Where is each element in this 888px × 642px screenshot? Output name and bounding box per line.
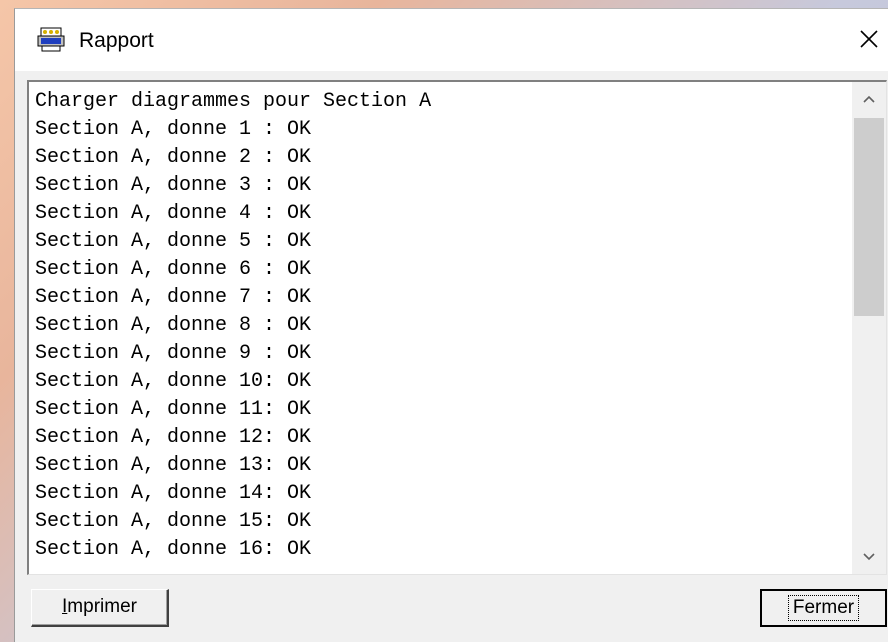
report-line: Section A, donne 2 : OK bbox=[35, 146, 312, 169]
report-line: Section A, donne 12: OK bbox=[35, 426, 312, 449]
report-line: Section A, donne 9 : OK bbox=[35, 342, 312, 365]
report-log: Charger diagrammes pour Section A Section… bbox=[35, 88, 431, 564]
report-text-area[interactable]: Charger diagrammes pour Section A Section… bbox=[27, 80, 887, 575]
title-bar[interactable]: Rapport bbox=[15, 9, 888, 71]
scroll-thumb[interactable] bbox=[854, 118, 884, 316]
scroll-down-button[interactable] bbox=[852, 540, 886, 574]
report-line: Section A, donne 7 : OK bbox=[35, 286, 312, 309]
report-line: Section A, donne 11: OK bbox=[35, 398, 312, 421]
report-line: Section A, donne 6 : OK bbox=[35, 258, 312, 281]
close-dialog-button[interactable]: Fermer bbox=[760, 589, 887, 627]
report-line: Section A, donne 3 : OK bbox=[35, 174, 312, 197]
print-button[interactable]: Imprimer bbox=[31, 589, 169, 627]
report-line: Section A, donne 15: OK bbox=[35, 510, 312, 533]
report-dialog: Rapport Charger diagrammes pour Section … bbox=[14, 8, 888, 642]
close-button[interactable] bbox=[848, 19, 888, 59]
report-line: Section A, donne 4 : OK bbox=[35, 202, 312, 225]
chevron-down-icon bbox=[863, 553, 875, 561]
report-line: Section A, donne 16: OK bbox=[35, 538, 312, 561]
close-dialog-label: Fermer bbox=[787, 595, 860, 621]
report-line: Section A, donne 5 : OK bbox=[35, 230, 312, 253]
report-line: Section A, donne 1 : OK bbox=[35, 118, 312, 141]
print-label: mprimer bbox=[67, 596, 137, 617]
report-line: Section A, donne 10: OK bbox=[35, 370, 312, 393]
report-line: Section A, donne 13: OK bbox=[35, 454, 312, 477]
window-title: Rapport bbox=[79, 29, 154, 52]
printer-app-icon bbox=[37, 26, 65, 52]
chevron-up-icon bbox=[863, 95, 875, 103]
report-header-line: Charger diagrammes pour Section A bbox=[35, 90, 432, 113]
close-icon bbox=[860, 30, 878, 48]
report-line: Section A, donne 14: OK bbox=[35, 482, 312, 505]
vertical-scrollbar[interactable] bbox=[852, 82, 886, 574]
scroll-up-button[interactable] bbox=[852, 82, 886, 116]
report-line: Section A, donne 8 : OK bbox=[35, 314, 312, 337]
